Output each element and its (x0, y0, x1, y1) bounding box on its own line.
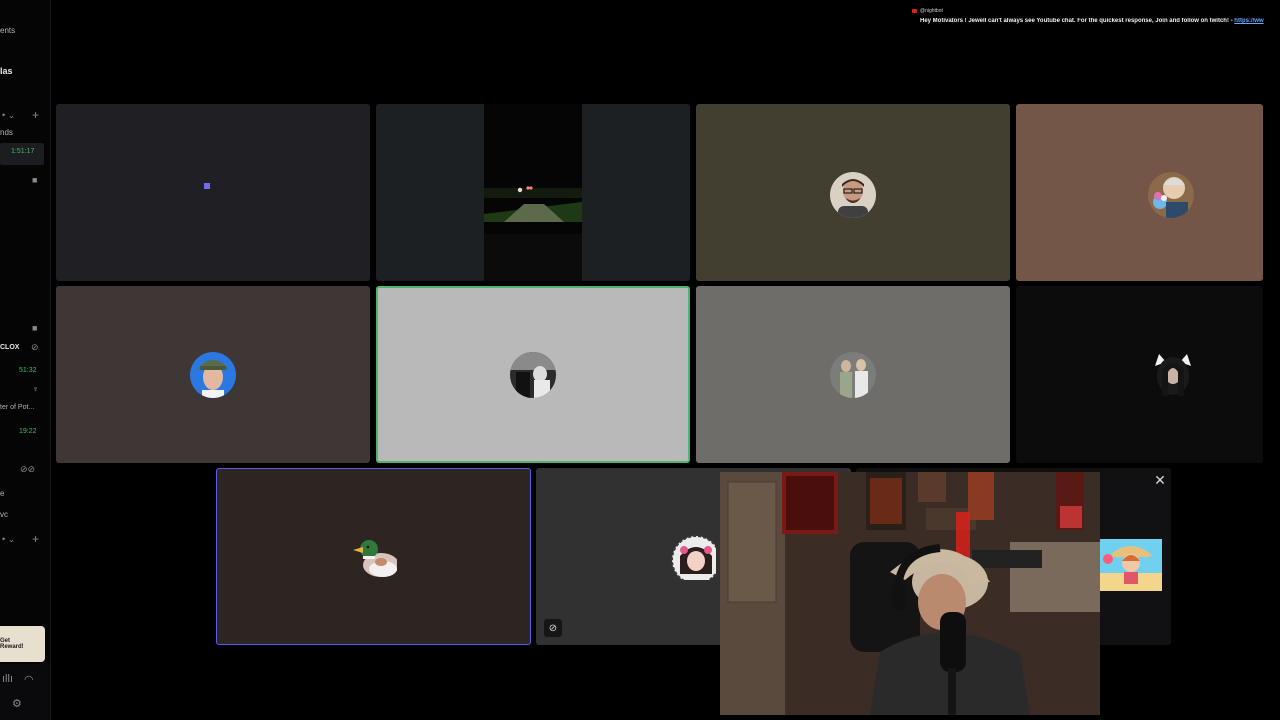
webcam-image (720, 472, 1100, 715)
elapsed-time: 19:22 (19, 428, 37, 435)
plus-icon[interactable]: + (32, 109, 39, 121)
video-feed (484, 104, 582, 281)
status-dot-icon: • ⌄ (2, 534, 16, 544)
elapsed-time: 51:32 (19, 367, 37, 374)
headphones-icon[interactable]: ◠ (24, 675, 34, 686)
streamer-webcam (720, 472, 1100, 715)
mic-icon: ♆ (32, 384, 39, 394)
settings-icon[interactable]: ⚙ (12, 699, 22, 710)
user-avatar (190, 352, 236, 398)
user-avatar (1150, 352, 1196, 398)
user-avatar (670, 534, 716, 580)
sidebar-item[interactable]: vc (0, 510, 8, 519)
chat-message: Hey Motivators ! Jewell can't always see… (920, 18, 1280, 24)
loading-indicator (204, 183, 210, 189)
sidebar: ents las • ⌄ + nds 1:51:17 ■ ■ CLOX ⊘ 51… (0, 0, 51, 720)
participant-tile[interactable] (56, 286, 370, 463)
participant-tile[interactable] (376, 104, 690, 281)
voice-controls: ıllı ◠ ⚙ (0, 664, 50, 720)
sidebar-item[interactable]: ents (0, 26, 15, 35)
close-icon[interactable]: ✕ (1152, 472, 1168, 488)
chat-message-text: Hey Motivators ! Jewell can't always see… (920, 18, 1235, 24)
camera-icon[interactable]: ■ (32, 176, 37, 185)
participant-tile[interactable] (696, 286, 1010, 463)
participant-tile[interactable] (1016, 286, 1263, 463)
sidebar-item[interactable]: ter of Pot... (0, 404, 34, 411)
plus-icon[interactable]: + (32, 533, 39, 545)
participant-tile-speaking[interactable] (376, 286, 690, 463)
mic-off-icon: ⊘ (31, 342, 39, 352)
participant-tile-selected[interactable] (216, 468, 531, 645)
mic-off-icon: ⊘ (544, 619, 562, 637)
user-avatar (351, 535, 397, 581)
youtube-icon (912, 9, 917, 13)
get-reward-button[interactable]: Get Reward! (0, 626, 45, 662)
chat-username: @nightbot (920, 8, 943, 14)
elapsed-time: 1:51:17 (11, 148, 35, 155)
user-avatar (1148, 172, 1194, 218)
user-avatar (510, 352, 556, 398)
participant-tile[interactable] (56, 104, 370, 281)
sidebar-item[interactable]: CLOX (0, 344, 19, 351)
sidebar-item[interactable]: nds (0, 128, 13, 137)
sidebar-item[interactable]: e (0, 489, 4, 498)
status-dot-icon: • ⌄ (2, 110, 16, 120)
user-avatar (830, 352, 876, 398)
chat-link[interactable]: https://ww (1234, 18, 1263, 24)
camera-icon[interactable]: ■ (32, 324, 37, 333)
sidebar-item[interactable]: las (0, 66, 13, 76)
participant-tile[interactable] (1016, 104, 1263, 281)
mic-off-icon: ⊘⊘ (20, 464, 36, 474)
participant-tile[interactable] (696, 104, 1010, 281)
night-road-image (484, 104, 582, 281)
user-avatar (1100, 539, 1162, 591)
user-avatar (830, 172, 876, 218)
soundwave-icon[interactable]: ıllı (2, 674, 13, 685)
